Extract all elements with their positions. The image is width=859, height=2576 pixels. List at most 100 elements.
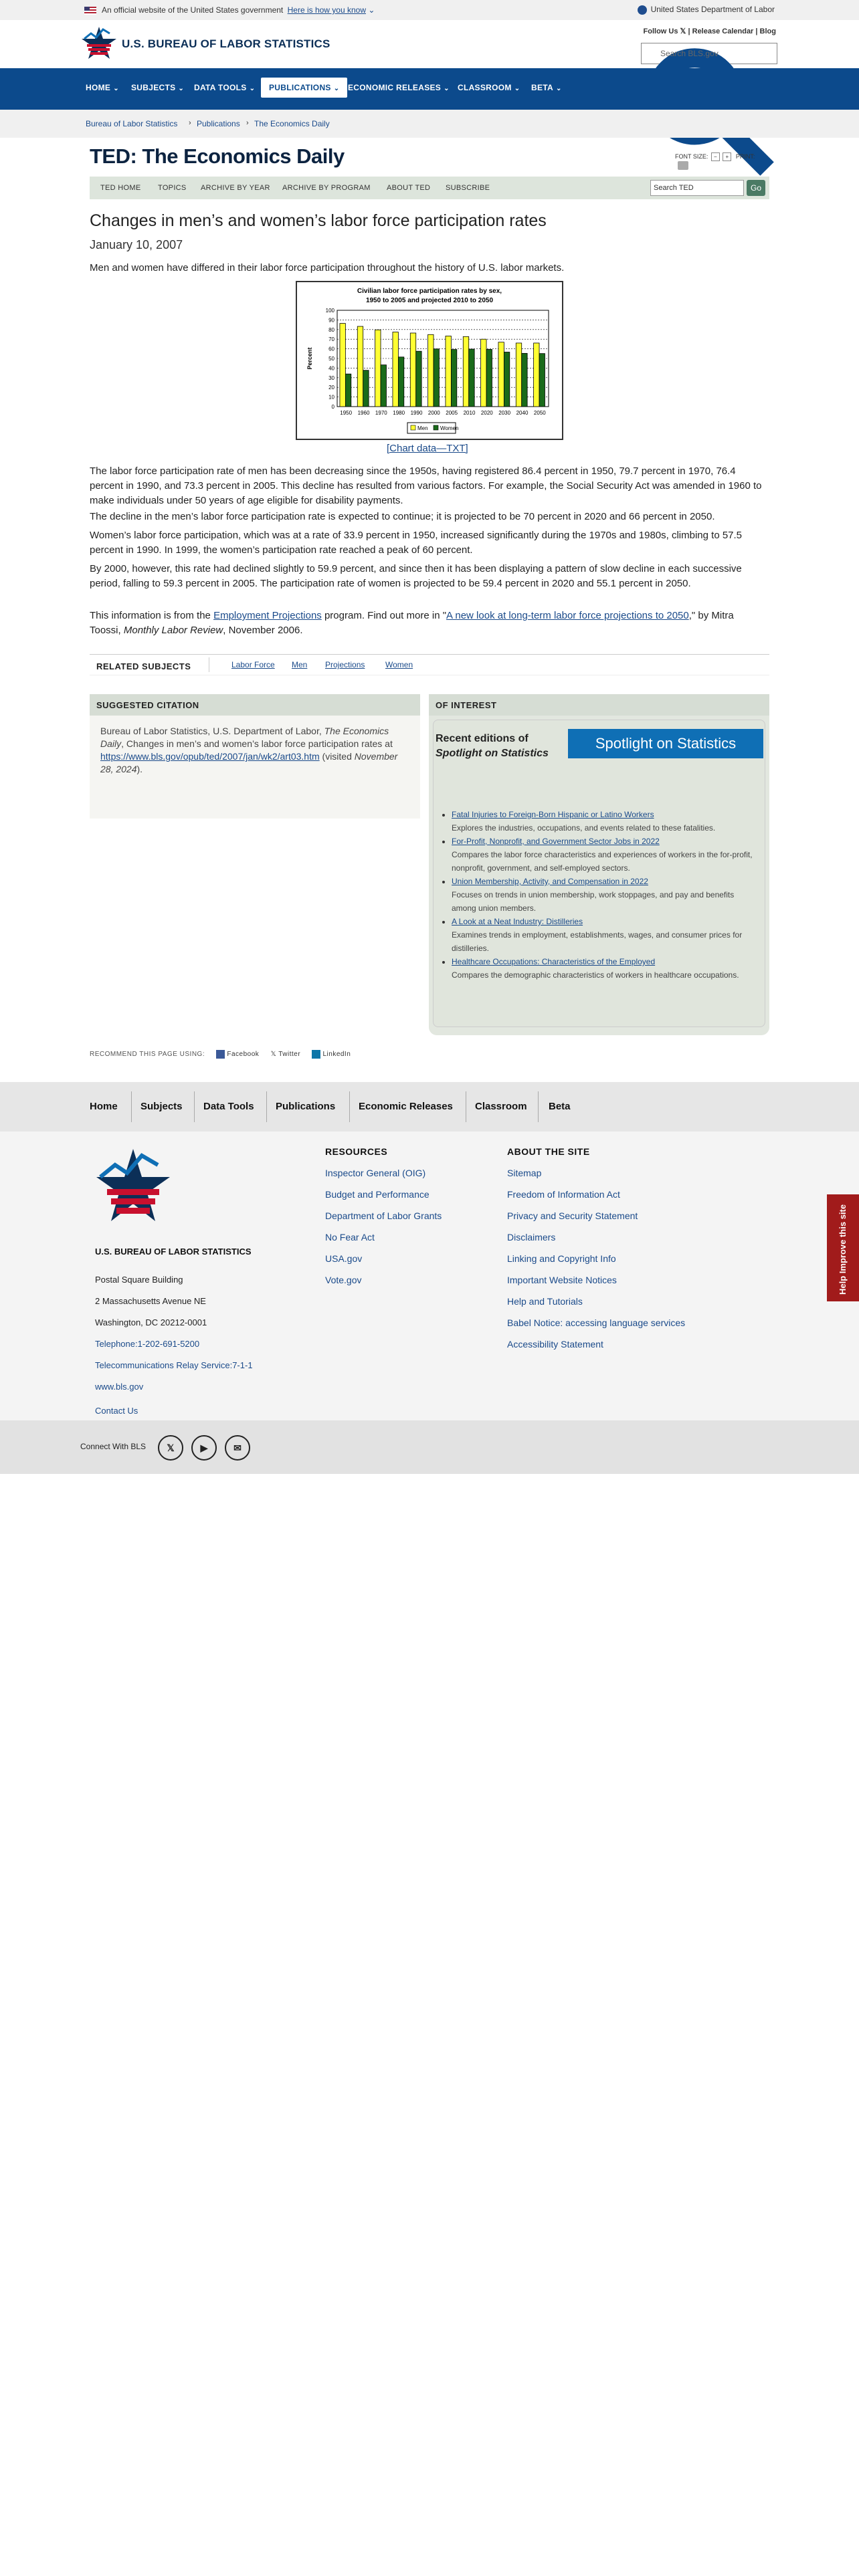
email-icon[interactable]: ✉ <box>225 1435 250 1461</box>
footer-nav-subjects[interactable]: Subjects <box>140 1101 183 1112</box>
ted-nav: TED HOME TOPICS ARCHIVE BY YEAR ARCHIVE … <box>90 177 769 199</box>
ted-nav-about[interactable]: ABOUT TED <box>387 184 430 192</box>
of-interest: OF INTEREST Recent editions of Spotlight… <box>429 694 769 1035</box>
footer-link[interactable]: Vote.gov <box>325 1269 442 1291</box>
ted-title[interactable]: TED: The Economics Daily <box>90 144 345 169</box>
spotlight-banner[interactable]: Spotlight on Statistics <box>568 729 763 758</box>
printer-icon[interactable] <box>678 161 688 170</box>
x-tick-label: 2030 <box>498 410 510 416</box>
ted-search-go-button[interactable]: Go <box>747 180 765 196</box>
footer-link[interactable]: Important Website Notices <box>507 1269 685 1291</box>
employment-projections-link[interactable]: Employment Projections <box>213 610 322 621</box>
bls-footer-logo-icon <box>96 1149 170 1221</box>
spotlight-link[interactable]: For-Profit, Nonprofit, and Government Se… <box>452 837 660 846</box>
bls-logo-icon[interactable] <box>80 25 118 63</box>
release-calendar-link[interactable]: Release Calendar <box>692 27 754 35</box>
font-decrease-button[interactable]: − <box>710 152 720 161</box>
list-item: Fatal Injuries to Foreign-Born Hispanic … <box>452 808 761 835</box>
website-link[interactable]: www.bls.gov <box>95 1376 253 1398</box>
footer-nav-publications[interactable]: Publications <box>276 1101 335 1112</box>
relay-link[interactable]: Telecommunications Relay Service:7-1-1 <box>95 1355 253 1376</box>
help-improve-tab[interactable]: Help Improve this site <box>827 1194 859 1301</box>
follow-us-link[interactable]: Follow Us <box>644 27 678 35</box>
footer-org-name: U.S. BUREAU OF LABOR STATISTICS <box>95 1247 252 1257</box>
bar-men <box>427 334 434 407</box>
ted-search-input[interactable]: Search TED <box>650 180 744 196</box>
x-tick-label: 2010 <box>464 410 476 416</box>
spotlight-link[interactable]: Healthcare Occupations: Characteristics … <box>452 957 655 966</box>
related-link-men[interactable]: Men <box>292 660 307 669</box>
site-search-input[interactable]: Search BLS.gov <box>641 43 777 176</box>
footer-link[interactable]: Budget and Performance <box>325 1184 442 1205</box>
chart-data-link[interactable]: [Chart data—TXT] <box>387 443 468 454</box>
ted-nav-archive-program[interactable]: ARCHIVE BY PROGRAM <box>282 184 371 192</box>
footer-link[interactable]: Accessibility Statement <box>507 1333 685 1355</box>
ted-nav-archive-year[interactable]: ARCHIVE BY YEAR <box>201 184 270 192</box>
bar-men <box>515 342 522 407</box>
footer-link[interactable]: Privacy and Security Statement <box>507 1205 685 1226</box>
how-you-know-link[interactable]: Here is how you know <box>288 5 366 15</box>
nav-home[interactable]: HOME ⌄ <box>86 83 119 92</box>
x-icon[interactable]: 𝕏 <box>158 1435 183 1461</box>
related-link-labor-force[interactable]: Labor Force <box>231 660 275 669</box>
chevron-right-icon: › <box>246 119 249 127</box>
mlr-article-link[interactable]: A new look at long-term labor force proj… <box>446 610 689 621</box>
ted-nav-topics[interactable]: TOPICS <box>158 184 187 192</box>
footer-link[interactable]: Disclaimers <box>507 1226 685 1248</box>
footer-link[interactable]: Freedom of Information Act <box>507 1184 685 1205</box>
ted-nav-subscribe[interactable]: SUBSCRIBE <box>446 184 490 192</box>
bar-women <box>380 364 387 407</box>
nav-classroom-label: CLASSROOM <box>458 83 512 92</box>
bar-women <box>363 370 369 407</box>
spotlight-link[interactable]: Union Membership, Activity, and Compensa… <box>452 877 648 886</box>
nav-publications[interactable]: PUBLICATIONS ⌄ <box>261 78 348 98</box>
breadcrumb-bls[interactable]: Bureau of Labor Statistics <box>86 119 177 128</box>
footer-link[interactable]: Sitemap <box>507 1162 685 1184</box>
share-linkedin[interactable]: LinkedIn <box>312 1050 351 1059</box>
nav-classroom[interactable]: CLASSROOM ⌄ <box>458 83 520 92</box>
footer-link[interactable]: Help and Tutorials <box>507 1291 685 1312</box>
y-tick-label: 70 <box>328 336 335 342</box>
footer-nav-classroom[interactable]: Classroom <box>475 1101 527 1112</box>
blog-link[interactable]: Blog <box>760 27 776 35</box>
nav-beta[interactable]: BETA ⌄ <box>531 83 562 92</box>
footer-link[interactable]: Inspector General (OIG) <box>325 1162 442 1184</box>
ted-nav-home[interactable]: TED HOME <box>100 184 140 192</box>
breadcrumb-ted[interactable]: The Economics Daily <box>254 119 330 128</box>
footer-nav-home[interactable]: Home <box>90 1101 118 1112</box>
share-facebook[interactable]: Facebook <box>216 1050 259 1059</box>
related-link-women[interactable]: Women <box>385 660 413 669</box>
y-tick-label: 30 <box>328 375 335 381</box>
site-name[interactable]: U.S. BUREAU OF LABOR STATISTICS <box>122 37 330 51</box>
nav-economic-releases[interactable]: ECONOMIC RELEASES ⌄ <box>348 83 450 92</box>
bar-women <box>486 349 492 407</box>
share-twitter[interactable]: 𝕏 Twitter <box>271 1051 301 1058</box>
font-increase-button[interactable]: + <box>723 152 732 161</box>
nav-economic-releases-label: ECONOMIC RELEASES <box>348 83 442 92</box>
breadcrumb-publications[interactable]: Publications <box>197 119 240 128</box>
footer-link[interactable]: Department of Labor Grants <box>325 1205 442 1226</box>
related-link-projections[interactable]: Projections <box>325 660 365 669</box>
footer-nav-beta[interactable]: Beta <box>549 1101 571 1112</box>
spotlight-desc: Explores the industries, occupations, an… <box>452 823 716 833</box>
nav-data-tools[interactable]: DATA TOOLS ⌄ <box>194 83 255 92</box>
footer-link[interactable]: USA.gov <box>325 1248 442 1269</box>
footer-nav-economic-releases[interactable]: Economic Releases <box>359 1101 453 1112</box>
facebook-icon <box>216 1050 225 1059</box>
dol-link[interactable]: United States Department of Labor <box>637 5 775 15</box>
legend-label: Women <box>440 425 458 431</box>
footer-link[interactable]: Babel Notice: accessing language service… <box>507 1312 685 1333</box>
spotlight-link[interactable]: Fatal Injuries to Foreign-Born Hispanic … <box>452 810 654 819</box>
citation-url-link[interactable]: https://www.bls.gov/opub/ted/2007/jan/wk… <box>100 751 320 762</box>
footer-about: ABOUT THE SITE Sitemap Freedom of Inform… <box>507 1141 685 1355</box>
footer-nav-data-tools[interactable]: Data Tools <box>203 1101 254 1112</box>
contact-us-link[interactable]: Contact Us <box>95 1400 253 1422</box>
spotlight-link[interactable]: A Look at a Neat Industry: Distilleries <box>452 917 583 926</box>
phone-link[interactable]: Telephone:1-202-691-5200 <box>95 1333 253 1355</box>
footer-link[interactable]: No Fear Act <box>325 1226 442 1248</box>
nav-subjects[interactable]: SUBJECTS ⌄ <box>131 83 184 92</box>
footer-link[interactable]: Linking and Copyright Info <box>507 1248 685 1269</box>
x-icon[interactable]: 𝕏 <box>680 27 686 35</box>
youtube-icon[interactable]: ▶ <box>191 1435 217 1461</box>
bar-women <box>433 348 440 407</box>
